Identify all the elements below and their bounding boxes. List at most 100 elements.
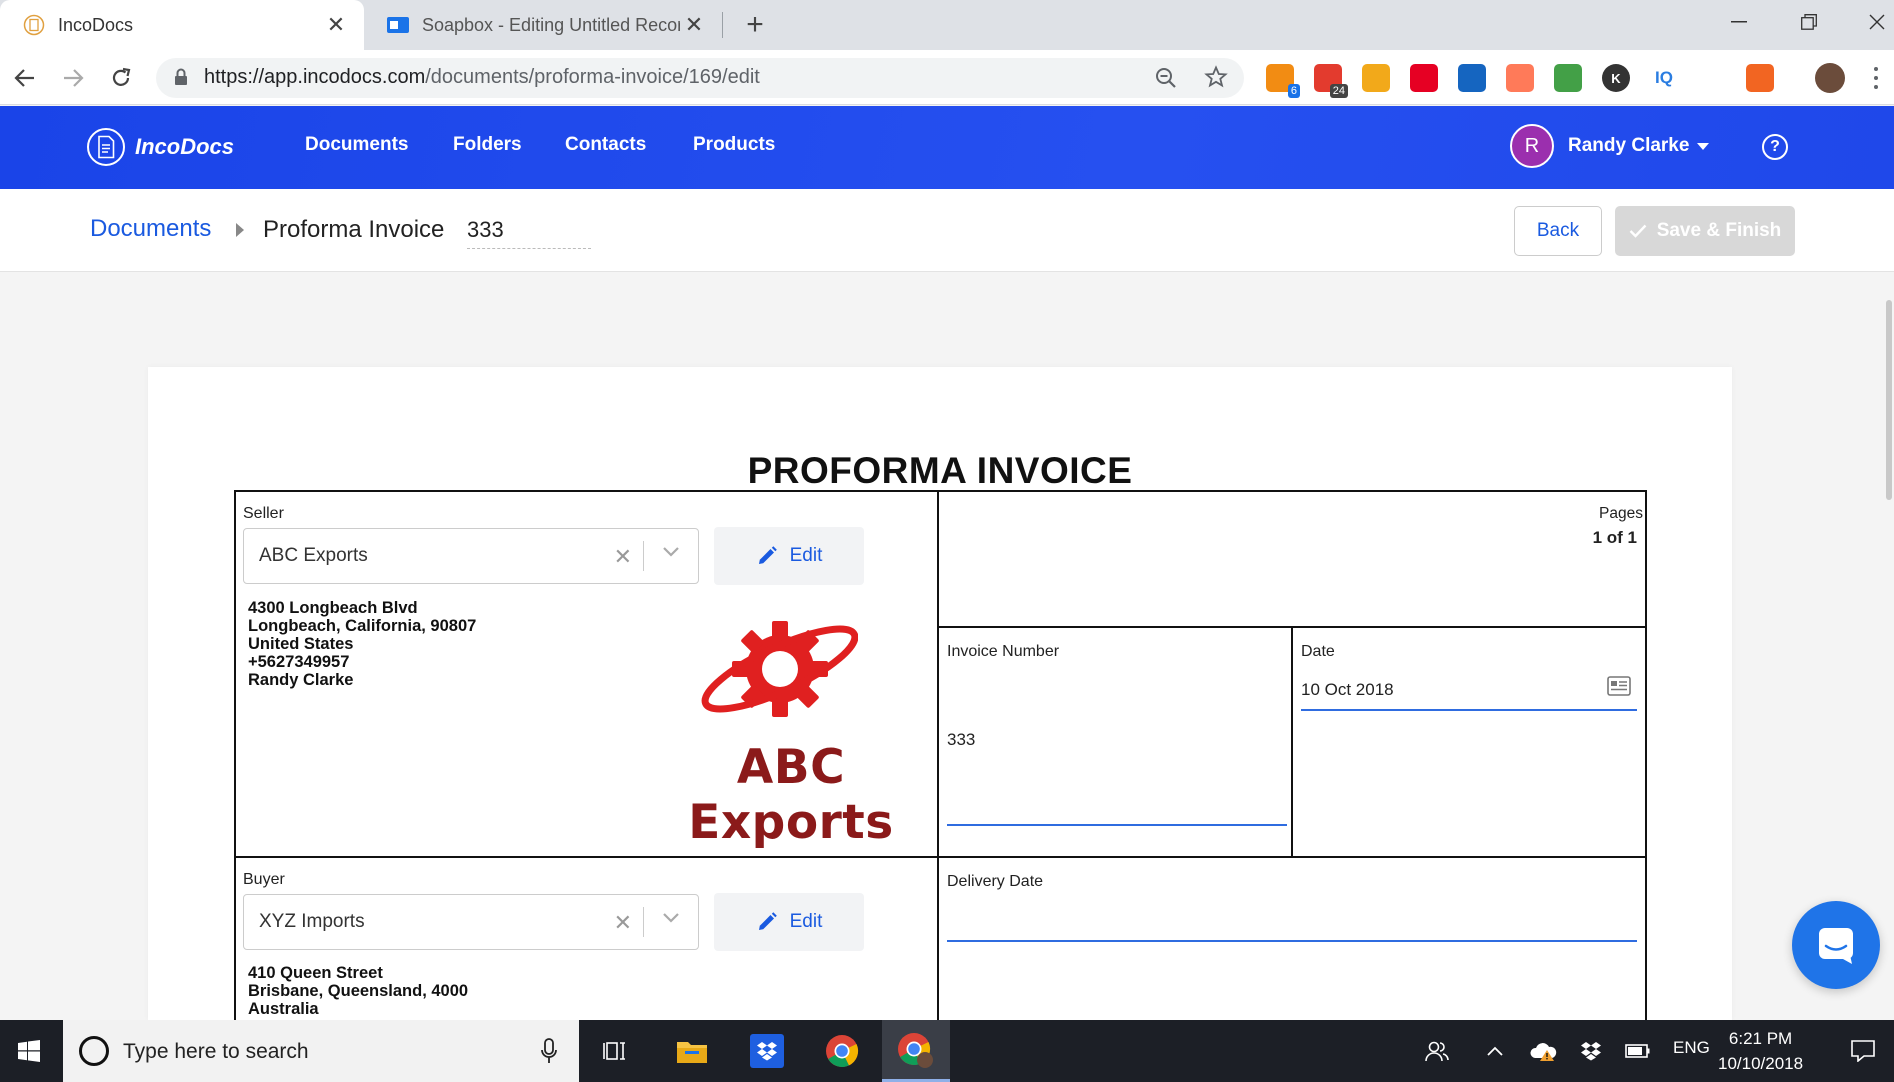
calendar-icon[interactable] — [1607, 676, 1631, 701]
nav-folders[interactable]: Folders — [453, 134, 522, 156]
clear-icon[interactable]: ✕ — [614, 544, 632, 570]
buyer-edit-button[interactable]: Edit — [714, 893, 864, 951]
profile-avatar[interactable] — [1815, 63, 1845, 93]
pages-cell: Pages 1 of 1 — [937, 490, 1647, 628]
document-logo-icon — [87, 128, 125, 166]
chat-icon — [1819, 928, 1853, 964]
nav-documents[interactable]: Documents — [305, 134, 408, 156]
seller-select[interactable]: ABC Exports ✕ — [243, 528, 699, 584]
select-divider — [643, 541, 644, 571]
nav-products[interactable]: Products — [693, 134, 775, 156]
tab-incodocs[interactable]: IncoDocs ✕ — [0, 0, 364, 50]
seller-address-line: 4300 Longbeach Blvd — [248, 599, 418, 617]
user-name: Randy Clarke — [1568, 135, 1690, 156]
iq-extension-icon[interactable]: IQ — [1650, 64, 1678, 92]
dropbox-taskbar-icon[interactable] — [746, 1030, 788, 1072]
date-label: Date — [1301, 643, 1335, 660]
file-explorer-icon[interactable] — [671, 1030, 713, 1072]
hubspot-icon[interactable] — [1506, 64, 1534, 92]
date-cell: Date 10 Oct 2018 — [1291, 626, 1647, 858]
incodocs-logo[interactable]: IncoDocs — [87, 128, 234, 166]
extension-11-icon[interactable] — [1746, 64, 1774, 92]
chevron-down-icon[interactable] — [662, 545, 680, 563]
back-button[interactable]: Back — [1514, 206, 1602, 256]
help-icon[interactable]: ? — [1762, 134, 1788, 160]
extension-5-icon[interactable] — [1458, 64, 1486, 92]
seller-label: Seller — [243, 505, 284, 522]
printer-extension-icon[interactable] — [1554, 64, 1582, 92]
tab-title: IncoDocs — [58, 14, 134, 35]
buyer-select[interactable]: XYZ Imports ✕ — [243, 894, 699, 950]
browser-toolbar: https://app.incodocs.com/documents/profo… — [0, 50, 1894, 105]
breadcrumb-bar: Documents Proforma Invoice 333 Back Save… — [0, 189, 1894, 272]
invoice-number-label: Invoice Number — [947, 643, 1060, 660]
extension-badge: 24 — [1329, 84, 1348, 98]
start-button[interactable] — [0, 1020, 58, 1082]
task-view-icon[interactable] — [595, 1030, 637, 1072]
tab-soapbox[interactable]: Soapbox - Editing Untitled Recor ✕ — [364, 0, 722, 50]
new-tab-plus-icon[interactable]: + — [740, 8, 770, 41]
chrome-menu-icon[interactable] — [1872, 64, 1880, 92]
pinterest-icon[interactable] — [1410, 64, 1438, 92]
extension-label: IQ — [1655, 68, 1673, 87]
onedrive-warning-icon[interactable] — [1522, 1030, 1564, 1072]
close-window-icon[interactable] — [1850, 0, 1894, 44]
invoice-number-input[interactable]: 333 — [947, 718, 1287, 826]
back-arrow-icon[interactable] — [9, 62, 41, 94]
seller-address-line: United States — [248, 635, 354, 653]
pages-label: Pages — [1599, 505, 1643, 522]
close-tab-icon[interactable]: ✕ — [322, 11, 350, 39]
forward-arrow-icon[interactable] — [57, 62, 89, 94]
honey-icon[interactable] — [1362, 64, 1390, 92]
date-input[interactable]: 10 Oct 2018 — [1301, 676, 1637, 711]
microphone-icon[interactable] — [541, 1038, 557, 1069]
tab-title: Soapbox - Editing Untitled Recor — [422, 14, 680, 35]
page-title: Proforma Invoice — [263, 216, 445, 243]
delivery-date-label: Delivery Date — [947, 873, 1044, 890]
scrollbar-thumb[interactable] — [1886, 300, 1892, 500]
user-menu[interactable]: R Randy Clarke — [1510, 124, 1710, 168]
restore-icon[interactable] — [1782, 0, 1836, 44]
chrome-profile-taskbar-item[interactable] — [882, 1020, 950, 1082]
seller-select-value: ABC Exports — [259, 545, 368, 566]
chat-launcher-button[interactable] — [1792, 901, 1880, 989]
seller-phone: +5627349957 — [248, 653, 350, 671]
select-divider — [643, 907, 644, 937]
chrome-taskbar-icon[interactable] — [821, 1030, 863, 1072]
caret-down-icon — [1697, 142, 1710, 150]
extension-2-icon[interactable]: 24 — [1314, 64, 1348, 98]
close-tab-icon[interactable]: ✕ — [680, 11, 708, 39]
minimize-icon[interactable] — [1712, 0, 1766, 44]
show-hidden-icons-chevron-icon[interactable] — [1474, 1030, 1516, 1072]
dropbox-tray-icon[interactable] — [1570, 1030, 1612, 1072]
people-icon[interactable] — [1416, 1030, 1458, 1072]
document-page: PROFORMA INVOICE Seller ABC Exports ✕ Ed… — [148, 367, 1732, 1036]
action-center-icon[interactable] — [1842, 1030, 1884, 1072]
breadcrumb-documents-link[interactable]: Documents — [90, 215, 211, 243]
clock-time: 6:21 PM — [1728, 1029, 1793, 1048]
battery-icon[interactable] — [1617, 1030, 1659, 1072]
save-finish-button[interactable]: Save & Finish — [1615, 206, 1795, 256]
seller-address: 4300 Longbeach Blvd Longbeach, Californi… — [248, 599, 476, 689]
zoom-icon[interactable] — [1154, 66, 1178, 95]
date-value: 10 Oct 2018 — [1301, 680, 1394, 699]
bookmark-star-icon[interactable] — [1204, 65, 1228, 94]
address-bar[interactable]: https://app.incodocs.com/documents/profo… — [156, 58, 1244, 98]
chevron-down-icon[interactable] — [662, 911, 680, 929]
nav-contacts[interactable]: Contacts — [565, 134, 646, 156]
k-extension-icon[interactable]: K — [1602, 64, 1630, 92]
checkmark-icon — [1629, 224, 1647, 238]
language-indicator[interactable]: ENG — [1673, 1038, 1710, 1058]
app-header: IncoDocs Documents Folders Contacts Prod… — [0, 106, 1894, 189]
document-number-input[interactable]: 333 — [467, 217, 591, 249]
system-clock[interactable]: 6:21 PM 10/10/2018 — [1718, 1026, 1803, 1076]
clear-icon[interactable]: ✕ — [614, 910, 632, 936]
invoice-number-value: 333 — [947, 730, 976, 749]
seller-edit-button[interactable]: Edit — [714, 527, 864, 585]
extension-1-icon[interactable]: 6 — [1266, 64, 1300, 98]
reload-icon[interactable] — [105, 62, 137, 94]
taskbar-search-box[interactable]: Type here to search — [63, 1020, 579, 1082]
url-text: https://app.incodocs.com/documents/profo… — [204, 66, 760, 88]
delivery-date-input[interactable] — [947, 908, 1637, 942]
extension-10-icon[interactable] — [1698, 64, 1726, 92]
